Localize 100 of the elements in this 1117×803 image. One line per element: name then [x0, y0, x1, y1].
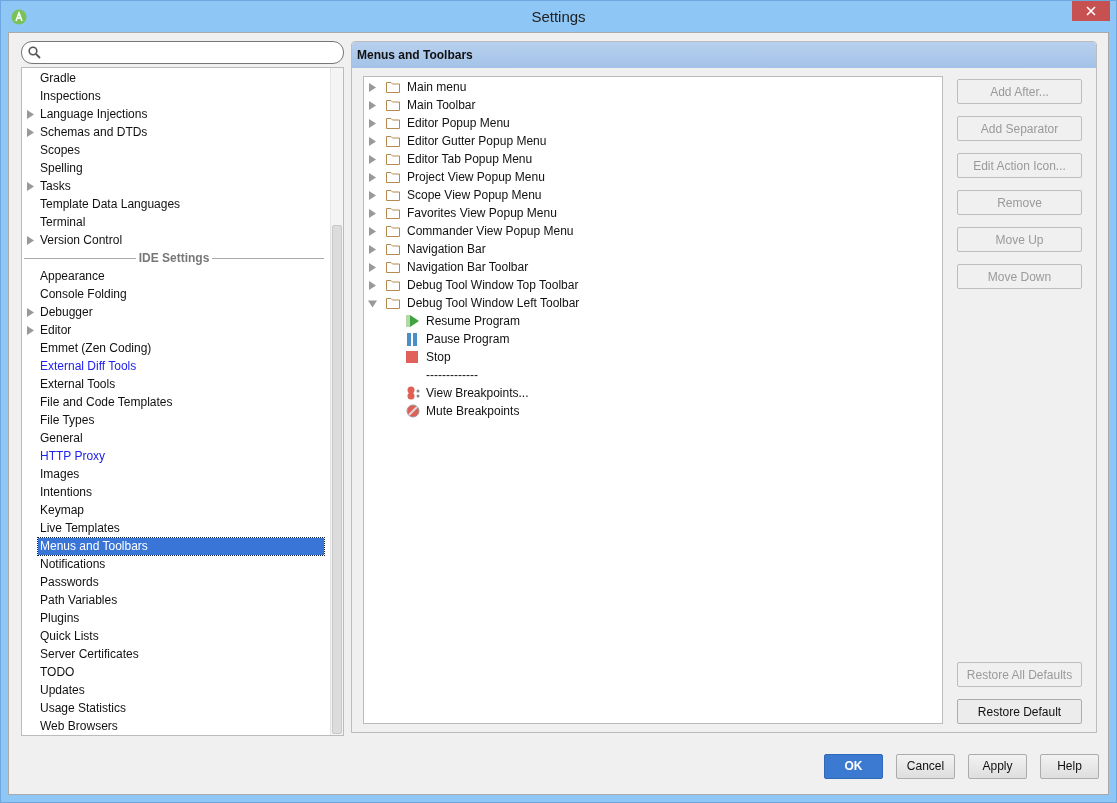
- panel-title: Menus and Toolbars: [352, 42, 1096, 68]
- expand-arrow-icon[interactable]: [368, 262, 377, 272]
- search-field[interactable]: [21, 41, 344, 64]
- settings-item[interactable]: Language Injections: [38, 105, 150, 123]
- dialog-button[interactable]: Apply: [968, 753, 1027, 779]
- settings-item[interactable]: External Diff Tools: [38, 357, 139, 375]
- settings-item[interactable]: TODO: [38, 663, 77, 681]
- settings-item[interactable]: Passwords: [38, 573, 101, 591]
- settings-item[interactable]: File and Code Templates: [38, 393, 175, 411]
- expand-arrow-icon[interactable]: [26, 307, 34, 317]
- expand-arrow-icon[interactable]: [26, 181, 34, 191]
- separator-item[interactable]: -------------: [426, 368, 478, 382]
- folder-icon: [386, 81, 400, 93]
- expand-arrow-icon[interactable]: [26, 109, 34, 119]
- settings-item[interactable]: Console Folding: [38, 285, 129, 303]
- settings-item[interactable]: Web Browsers: [38, 717, 120, 735]
- settings-item[interactable]: Plugins: [38, 609, 82, 627]
- stop-icon: [406, 351, 418, 363]
- folder-icon: [386, 99, 400, 111]
- settings-item[interactable]: Menus and Toolbars: [38, 537, 324, 555]
- tree-item[interactable]: Scope View Popup Menu: [407, 188, 542, 202]
- expand-arrow-icon[interactable]: [368, 136, 377, 146]
- dialog-button[interactable]: Help: [1040, 753, 1099, 779]
- settings-item[interactable]: File Types: [38, 411, 97, 429]
- settings-item[interactable]: HTTP Proxy: [38, 447, 108, 465]
- expand-arrow-icon[interactable]: [26, 325, 34, 335]
- settings-item[interactable]: Appearance: [38, 267, 107, 285]
- tree-item[interactable]: Favorites View Popup Menu: [407, 206, 557, 220]
- collapse-arrow-icon[interactable]: [368, 298, 377, 308]
- expand-arrow-icon[interactable]: [368, 190, 377, 200]
- expand-arrow-icon[interactable]: [368, 226, 377, 236]
- settings-item[interactable]: Schemas and DTDs: [38, 123, 150, 141]
- settings-item[interactable]: Images: [38, 465, 82, 483]
- folder-icon: [386, 135, 400, 147]
- tree-item[interactable]: Debug Tool Window Left Toolbar: [407, 296, 580, 310]
- settings-item[interactable]: Notifications: [38, 555, 108, 573]
- settings-item[interactable]: External Tools: [38, 375, 118, 393]
- settings-item[interactable]: Terminal: [38, 213, 88, 231]
- tree-item[interactable]: Main menu: [407, 80, 467, 94]
- restore-button[interactable]: Restore Default: [957, 699, 1082, 724]
- settings-item[interactable]: Version Control: [38, 231, 125, 249]
- android-logo-icon: [11, 8, 27, 25]
- settings-item[interactable]: Live Templates: [38, 519, 122, 537]
- folder-icon: [386, 207, 400, 219]
- action-item[interactable]: Resume Program: [426, 314, 521, 328]
- action-item[interactable]: Stop: [426, 350, 451, 364]
- action-item[interactable]: Mute Breakpoints: [426, 404, 520, 418]
- expand-arrow-icon[interactable]: [368, 154, 377, 164]
- expand-arrow-icon[interactable]: [368, 100, 377, 110]
- folder-icon: [386, 261, 400, 273]
- folder-icon: [386, 189, 400, 201]
- folder-icon: [386, 117, 400, 129]
- settings-item[interactable]: Updates: [38, 681, 87, 699]
- expand-arrow-icon[interactable]: [368, 82, 377, 92]
- settings-item[interactable]: Scopes: [38, 141, 83, 159]
- pause-icon: [406, 332, 418, 346]
- folder-icon: [386, 297, 400, 309]
- search-icon: [28, 46, 41, 59]
- settings-item[interactable]: Template Data Languages: [38, 195, 183, 213]
- settings-item[interactable]: General: [38, 429, 85, 447]
- tree-item[interactable]: Navigation Bar: [407, 242, 486, 256]
- expand-arrow-icon[interactable]: [26, 127, 34, 137]
- settings-item[interactable]: Editor: [38, 321, 74, 339]
- settings-item[interactable]: Tasks: [38, 177, 73, 195]
- folder-icon: [386, 225, 400, 237]
- settings-item[interactable]: Intentions: [38, 483, 95, 501]
- action-item[interactable]: View Breakpoints...: [426, 386, 529, 400]
- expand-arrow-icon[interactable]: [368, 118, 377, 128]
- tree-item[interactable]: Debug Tool Window Top Toolbar: [407, 278, 579, 292]
- settings-item[interactable]: Debugger: [38, 303, 95, 321]
- settings-item[interactable]: Server Certificates: [38, 645, 141, 663]
- expand-arrow-icon[interactable]: [368, 172, 377, 182]
- expand-arrow-icon[interactable]: [368, 244, 377, 254]
- settings-item[interactable]: Keymap: [38, 501, 87, 519]
- folder-icon: [386, 171, 400, 183]
- settings-item[interactable]: Usage Statistics: [38, 699, 129, 717]
- tree-item[interactable]: Editor Tab Popup Menu: [407, 152, 533, 166]
- settings-item[interactable]: Spelling: [38, 159, 85, 177]
- close-icon: [1086, 6, 1096, 16]
- action-item[interactable]: Pause Program: [426, 332, 510, 346]
- expand-arrow-icon[interactable]: [368, 208, 377, 218]
- muted-breakpoint-icon: [406, 404, 420, 418]
- tree-item[interactable]: Editor Gutter Popup Menu: [407, 134, 547, 148]
- expand-arrow-icon[interactable]: [368, 280, 377, 290]
- tree-item[interactable]: Main Toolbar: [407, 98, 476, 112]
- tree-item[interactable]: Navigation Bar Toolbar: [407, 260, 529, 274]
- settings-item[interactable]: Path Variables: [38, 591, 120, 609]
- settings-item[interactable]: Emmet (Zen Coding): [38, 339, 154, 357]
- settings-item[interactable]: Gradle: [38, 69, 79, 87]
- settings-item[interactable]: Quick Lists: [38, 627, 101, 645]
- dialog-button[interactable]: Cancel: [896, 753, 955, 779]
- settings-item[interactable]: Inspections: [38, 87, 103, 105]
- tree-item[interactable]: Editor Popup Menu: [407, 116, 510, 130]
- dialog-button[interactable]: OK: [824, 753, 883, 779]
- close-button[interactable]: [1072, 1, 1110, 21]
- scrollbar-thumb[interactable]: [332, 225, 342, 734]
- folder-icon: [386, 153, 400, 165]
- expand-arrow-icon[interactable]: [26, 235, 34, 245]
- tree-item[interactable]: Project View Popup Menu: [407, 170, 545, 184]
- tree-item[interactable]: Commander View Popup Menu: [407, 224, 574, 238]
